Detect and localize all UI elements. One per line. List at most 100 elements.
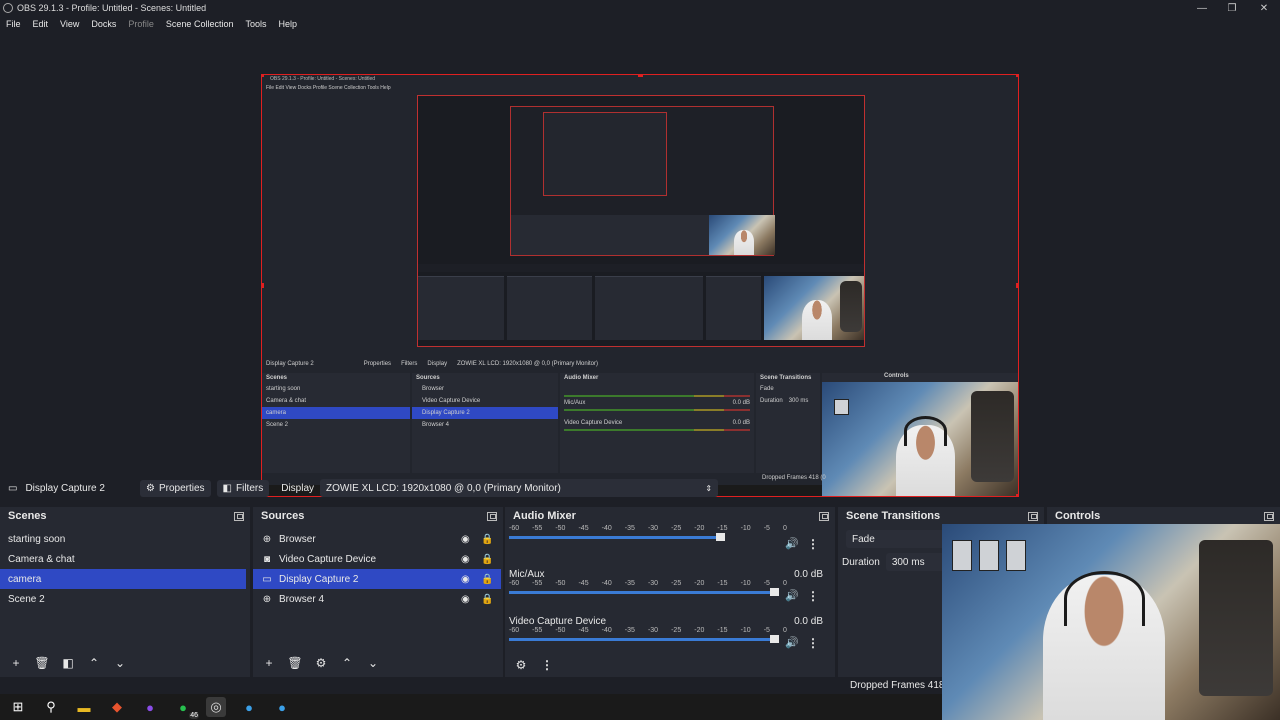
- close-button[interactable]: ✕: [1248, 0, 1280, 16]
- display-capture-preview[interactable]: OBS 29.1.3 - Profile: Untitled - Scenes:…: [261, 74, 1019, 497]
- meter-scale: -60 -55 -50 -45 -40 -35 -30 -25 -20 -15 -10 -5 0: [509, 525, 787, 532]
- arrow-down-icon[interactable]: ⌄: [112, 656, 128, 670]
- source-item[interactable]: ⊕ Browser 4 ◉ 🔒: [253, 589, 503, 609]
- menu-view[interactable]: View: [60, 19, 79, 29]
- filters-button[interactable]: ◧ Filters: [216, 479, 270, 497]
- windows-start-icon[interactable]: ⊞: [8, 697, 28, 717]
- monitor-icon: ▭: [8, 482, 18, 494]
- scene-item[interactable]: camera: [0, 569, 246, 589]
- more-options-icon[interactable]: ⋮: [807, 636, 819, 650]
- resize-handle[interactable]: [262, 75, 264, 77]
- meter-scale: -60 -55 -50 -45 -40 -35 -30 -25 -20 -15 -10 -5 0: [509, 627, 787, 634]
- source-item[interactable]: ⊕ Browser ◉ 🔒: [253, 529, 503, 549]
- duration-input[interactable]: 300 ms: [885, 553, 946, 571]
- camera-icon: ◙: [263, 553, 271, 565]
- nested-preview: [417, 95, 865, 347]
- float-dock-icon[interactable]: [819, 511, 829, 521]
- scene-label: Camera & chat: [8, 553, 75, 565]
- obs-taskbar-icon[interactable]: ◎: [206, 697, 226, 717]
- source-label: Display Capture 2: [279, 573, 359, 585]
- float-dock-icon[interactable]: [487, 511, 497, 521]
- lock-icon[interactable]: 🔒: [481, 594, 493, 605]
- menu-scene-collection[interactable]: Scene Collection: [166, 19, 234, 29]
- notification-badge: 46: [189, 712, 199, 719]
- add-icon[interactable]: +: [8, 656, 24, 670]
- app-icon[interactable]: ●: [239, 697, 259, 717]
- app-icon[interactable]: ●: [272, 697, 292, 717]
- volume-slider[interactable]: [509, 635, 779, 643]
- messenger-icon[interactable]: ●: [140, 697, 160, 717]
- nested-video-db: 0.0 dB: [732, 420, 750, 426]
- filter-icon[interactable]: ◧: [60, 656, 76, 670]
- mixer-channel: -60 -55 -50 -45 -40 -35 -30 -25 -20 -15 -10 -5 0 🔊 ⋮: [505, 525, 835, 567]
- gear-icon[interactable]: ⚙: [513, 658, 529, 672]
- properties-button[interactable]: ⚙ Properties: [140, 479, 211, 497]
- whatsapp-icon[interactable]: ● 46: [173, 697, 199, 719]
- nested-context-filters: Filters: [401, 361, 418, 367]
- eye-icon[interactable]: ◉: [461, 534, 470, 545]
- menu-tools[interactable]: Tools: [245, 19, 266, 29]
- speaker-icon[interactable]: 🔊: [785, 636, 799, 649]
- menu-profile[interactable]: Profile: [128, 19, 154, 29]
- nested-sources-header: Sources: [416, 375, 440, 381]
- dropped-frames-status: Dropped Frames 418 (0: [850, 680, 957, 691]
- source-item[interactable]: ◙ Video Capture Device ◉ 🔒: [253, 549, 503, 569]
- file-explorer-icon[interactable]: ▬: [74, 697, 94, 717]
- speaker-icon[interactable]: 🔊: [785, 589, 799, 602]
- filters-label: Filters: [236, 482, 264, 494]
- nested-duration-value: 300 ms: [788, 398, 809, 404]
- more-options-icon[interactable]: ⋮: [807, 537, 819, 551]
- arrow-up-icon[interactable]: ⌃: [86, 656, 102, 670]
- mic-aux-label: Mic/Aux: [509, 569, 545, 580]
- eye-icon[interactable]: ◉: [461, 594, 470, 605]
- webcam-overlay: [942, 524, 1280, 720]
- display-label: Display: [281, 482, 315, 494]
- preview-canvas[interactable]: OBS 29.1.3 - Profile: Untitled - Scenes:…: [0, 34, 1280, 497]
- scene-item[interactable]: Camera & chat: [0, 549, 250, 569]
- volume-slider[interactable]: [509, 533, 725, 541]
- search-icon[interactable]: ⚲: [41, 697, 61, 717]
- arrow-down-icon[interactable]: ⌄: [365, 656, 381, 670]
- filter-icon: ◧: [222, 482, 232, 494]
- speaker-icon[interactable]: 🔊: [785, 537, 799, 550]
- title-bar: OBS 29.1.3 - Profile: Untitled - Scenes:…: [0, 0, 1280, 16]
- eye-icon[interactable]: ◉: [461, 554, 470, 565]
- float-dock-icon[interactable]: [1264, 511, 1274, 521]
- lock-icon[interactable]: 🔒: [481, 554, 493, 565]
- source-item[interactable]: ▭ Display Capture 2 ◉ 🔒: [253, 569, 501, 589]
- float-dock-icon[interactable]: [234, 511, 244, 521]
- menu-file[interactable]: File: [6, 19, 21, 29]
- resize-handle[interactable]: [638, 75, 643, 77]
- maximize-button[interactable]: ❐: [1216, 0, 1248, 16]
- menu-docks[interactable]: Docks: [91, 19, 116, 29]
- brave-browser-icon[interactable]: ◆: [107, 697, 127, 717]
- display-select[interactable]: ZOWIE XL LCD: 1920x1080 @ 0,0 (Primary M…: [320, 479, 719, 497]
- arrow-up-icon[interactable]: ⌃: [339, 656, 355, 670]
- resize-handle[interactable]: [1016, 75, 1018, 77]
- transition-select[interactable]: Fade: [846, 530, 946, 548]
- scene-item[interactable]: Scene 2: [0, 589, 250, 609]
- menu-edit[interactable]: Edit: [33, 19, 49, 29]
- resize-handle[interactable]: [1016, 283, 1018, 288]
- mic-aux-db: 0.0 dB: [794, 569, 823, 580]
- volume-slider[interactable]: [509, 588, 779, 596]
- source-label: Browser: [279, 533, 316, 545]
- meter-scale: -60 -55 -50 -45 -40 -35 -30 -25 -20 -15 -10 -5 0: [509, 580, 787, 587]
- nested-controls-header: Controls: [822, 373, 1018, 382]
- menu-help[interactable]: Help: [278, 19, 297, 29]
- lock-icon[interactable]: 🔒: [481, 574, 493, 585]
- trash-icon[interactable]: 🗑: [287, 656, 303, 670]
- eye-icon[interactable]: ◉: [461, 574, 470, 585]
- minimize-button[interactable]: —: [1186, 0, 1218, 16]
- add-icon[interactable]: +: [261, 656, 277, 670]
- scene-item[interactable]: starting soon: [0, 529, 250, 549]
- float-dock-icon[interactable]: [1028, 511, 1038, 521]
- trash-icon[interactable]: 🗑: [34, 656, 50, 670]
- audio-mixer-header: Audio Mixer: [513, 510, 576, 522]
- more-options-icon[interactable]: ⋮: [807, 589, 819, 603]
- lock-icon[interactable]: 🔒: [481, 534, 493, 545]
- context-source-name: Display Capture 2: [25, 482, 105, 494]
- gear-icon[interactable]: ⚙: [313, 656, 329, 670]
- more-options-icon[interactable]: ⋮: [539, 658, 555, 672]
- resize-handle[interactable]: [262, 283, 264, 288]
